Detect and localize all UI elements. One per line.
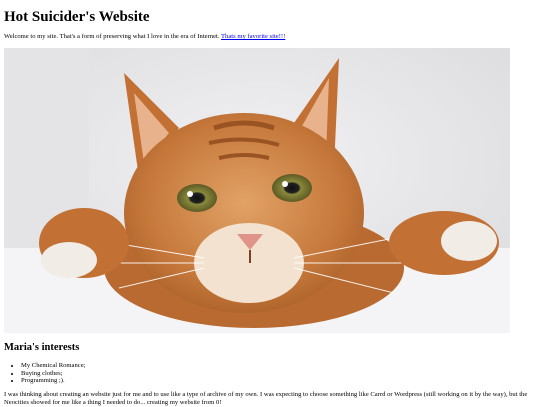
page-title: Hot Suicider's Website — [4, 9, 150, 25]
list-item: Buying clothes; — [21, 370, 85, 378]
cat-illustration — [4, 48, 510, 333]
list-item: Programming ;). — [21, 377, 85, 385]
favorite-site-link[interactable]: Thats my favorite site!!! — [221, 33, 285, 40]
interests-list: My Chemical Romance; Buying clothes; Pro… — [4, 362, 85, 385]
list-item: My Chemical Romance; — [21, 362, 85, 370]
intro-text: Welcome to my site. That's a form of pre… — [4, 33, 220, 40]
intro-paragraph: Welcome to my site. That's a form of pre… — [4, 33, 285, 40]
interests-heading: Maria's interests — [4, 342, 80, 353]
cat-image — [4, 48, 510, 333]
